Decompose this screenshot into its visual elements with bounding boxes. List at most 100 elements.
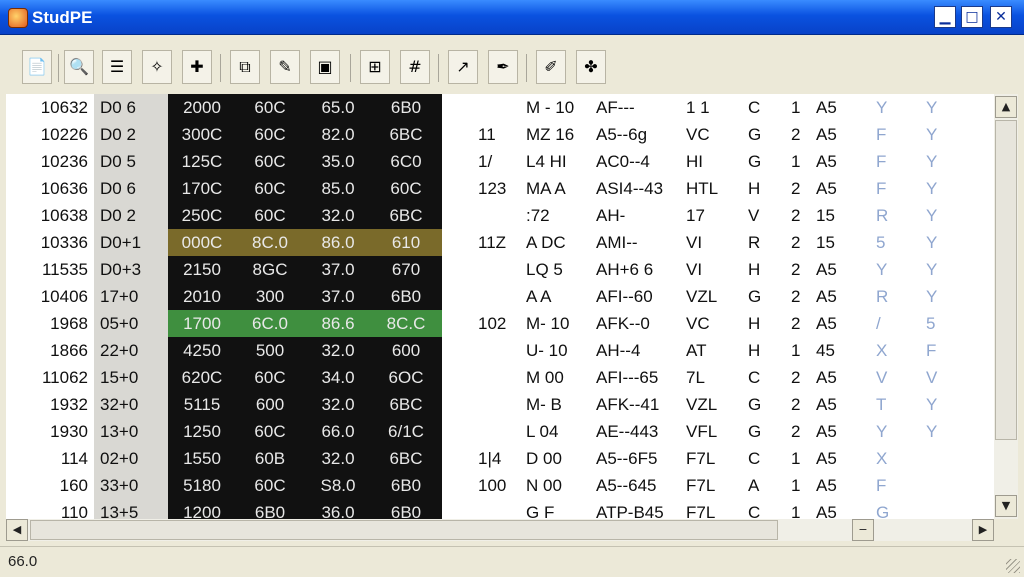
- hex-icon[interactable]: #: [400, 50, 430, 84]
- table-row[interactable]: 10636 D0 6 170C 60C 85.0 60C 123 MA A ASI4--43 HT…: [6, 175, 994, 202]
- hex-value-cell: 670: [391, 260, 421, 279]
- data-grid[interactable]: 10632 D0 6 2000 60C 65.0 6B0 M - 10 AF--- 1 1C1A…: [6, 94, 994, 519]
- image-icon[interactable]: ▣: [310, 50, 340, 84]
- table-row[interactable]: 10226 D0 2 300C 60C 82.0 6BC 11 MZ 16 A5--6g VC G 2…: [6, 121, 994, 148]
- hex-value-cell: 8GC: [252, 260, 288, 279]
- table-row[interactable]: 114 02+0 1550 60B 32.0 6BC 1|4 D 00 A5--6F5 F7L C 1…: [6, 445, 994, 472]
- vertical-scroll-thumb[interactable]: [995, 120, 1017, 440]
- flag-cell: R: [876, 206, 889, 225]
- hex-value-cell: 125C: [181, 152, 223, 171]
- hex-value-cell: 1200: [183, 503, 221, 519]
- table-row[interactable]: 10632 D0 6 2000 60C 65.0 6B0 M - 10 AF--- 1 1 C 1A…: [6, 94, 994, 121]
- row-index-cell: 10636: [40, 179, 88, 198]
- field-cell: 15: [816, 206, 835, 225]
- field-cell: 2: [791, 179, 801, 198]
- row-offset-cell: D0+1: [94, 229, 174, 256]
- toolbar: 📄 🔍 ☰ ✧ ✚ ⧉ ✎ ▣ ⊞ # ↗ ✒ ✐ ✤: [8, 48, 1018, 88]
- hex-value-cell: 60C: [254, 206, 286, 225]
- hex-value-cell: 36.0: [321, 503, 355, 519]
- hex-value-cell: 34.0: [321, 368, 355, 387]
- table-row[interactable]: 1866 22+0 4250 500 32.0 600 U- 10 AH--4 AT H 1 45 X F: [6, 337, 994, 364]
- table-row[interactable]: 160 33+0 5180 60C S8.0 6B0 100 N 00 A5--645 F7L A 1…: [6, 472, 994, 499]
- row-offset-cell: D0 2: [94, 202, 174, 229]
- field-cell: HTL: [686, 179, 719, 198]
- wand-icon[interactable]: ✧: [142, 50, 172, 84]
- hex-value-cell: 60C: [254, 476, 286, 495]
- field-cell: AFI--60: [596, 287, 653, 306]
- copy-icon[interactable]: ⧉: [230, 50, 260, 84]
- horizontal-scrollbar[interactable]: ◀ − ▶: [6, 519, 994, 541]
- minimize-button[interactable]: ▁: [934, 6, 956, 28]
- field-cell: 45: [816, 341, 835, 360]
- table-row[interactable]: 1930 13+0 1250 60C 66.0 6/1C L 04 AE--443 VFL G 2 A…: [6, 418, 994, 445]
- status-bar: 66.0: [0, 546, 1024, 577]
- plugin-icon[interactable]: ✚: [182, 50, 212, 84]
- flag-cell: V: [876, 368, 888, 387]
- search-icon[interactable]: 🔍: [64, 50, 94, 84]
- field-cell: 2: [791, 368, 801, 387]
- flag-cell: V: [926, 368, 938, 387]
- scroll-down-button[interactable]: ▼: [995, 495, 1017, 517]
- flag-cell: Y: [926, 98, 938, 117]
- hex-value-cell: 82.0: [321, 125, 355, 144]
- new-file-icon[interactable]: 📄: [22, 50, 52, 84]
- maximize-button[interactable]: □: [961, 6, 983, 28]
- table-row[interactable]: 10406 17+0 2010 300 37.0 6B0 A A AFI--60 VZL G 2 A5…: [6, 283, 994, 310]
- hex-value-cell: 66.0: [321, 422, 355, 441]
- field-cell: AMI--: [596, 233, 638, 252]
- field-cell: A5: [816, 125, 837, 144]
- scroll-minus-button[interactable]: −: [852, 519, 874, 541]
- hex-block: 2000 60C 65.0 6B0: [168, 94, 442, 121]
- flag-cell: F: [876, 125, 887, 144]
- pen-icon[interactable]: ✒: [488, 50, 518, 84]
- field-cell: L 04: [526, 422, 559, 441]
- chart-icon[interactable]: ↗: [448, 50, 478, 84]
- compare-icon[interactable]: ⊞: [360, 50, 390, 84]
- flag-cell: Y: [926, 179, 938, 198]
- table-row[interactable]: 1968 05+0 1700 6C.0 86.6 8C.C 102 M- 10 AFK--0 VC…: [6, 310, 994, 337]
- hex-value-cell: 35.0: [321, 152, 355, 171]
- hex-block: 1550 60B 32.0 6BC: [168, 445, 442, 472]
- list-icon[interactable]: ☰: [102, 50, 132, 84]
- field-cell: H: [748, 314, 761, 333]
- flag-cell: Y: [926, 233, 938, 252]
- hex-value-cell: 8C.C: [386, 314, 426, 333]
- field-cell: F7L: [686, 449, 716, 468]
- field-cell: VC: [686, 125, 710, 144]
- field-cell: 1: [791, 98, 801, 117]
- table-row[interactable]: 11535 D0+3 2150 8GC 37.0 670 LQ 5 AH+6 6 VI H 2 A5 Y…: [6, 256, 994, 283]
- table-row[interactable]: 1932 32+0 5115 600 32.0 6BC M- B AFK--41 VZL G 2 A5…: [6, 391, 994, 418]
- field-cell: R: [748, 233, 761, 252]
- vertical-scrollbar[interactable]: ▲ ▼: [994, 94, 1018, 519]
- edit-icon[interactable]: ✎: [270, 50, 300, 84]
- field-cell: A5: [816, 287, 837, 306]
- flag-cell: F: [876, 476, 887, 495]
- puzzle-icon[interactable]: ✤: [576, 50, 606, 84]
- close-button[interactable]: ✕: [990, 6, 1012, 28]
- row-offset-cell: 33+0: [94, 472, 174, 499]
- hex-block: 250C 60C 32.0 6BC: [168, 202, 442, 229]
- row-offset-cell: 13+0: [94, 418, 174, 445]
- flag-cell: /: [876, 314, 881, 333]
- table-row[interactable]: 11062 15+0 620C 60C 34.0 6OC M 00 AFI---65 7L C 2 A…: [6, 364, 994, 391]
- row-index-cell: 1866: [50, 341, 88, 360]
- row-offset-cell: D0 6: [94, 175, 174, 202]
- flag-cell: Y: [926, 125, 938, 144]
- scroll-left-button[interactable]: ◀: [6, 519, 28, 541]
- table-row[interactable]: 10236 D0 5 125C 60C 35.0 6C0 1/L4 HI AC0--4 HI G 1…: [6, 148, 994, 175]
- scroll-right-button[interactable]: ▶: [972, 519, 994, 541]
- field-cell: M- 10: [526, 314, 570, 333]
- resize-grip-icon[interactable]: [1006, 559, 1020, 573]
- scroll-up-button[interactable]: ▲: [995, 96, 1017, 118]
- field-cell: M - 10: [526, 98, 575, 117]
- horizontal-scroll-thumb[interactable]: [30, 520, 778, 540]
- table-row[interactable]: 10638 D0 2 250C 60C 32.0 6BC:72 AH- 17 V 2 15 R Y: [6, 202, 994, 229]
- table-row[interactable]: 10336 D0+1 000C 8C.0 86.0 610 11Z A DC AMI-- VI R 2…: [6, 229, 994, 256]
- field-cell: 123: [478, 179, 507, 198]
- hex-value-cell: 620C: [181, 368, 223, 387]
- row-index-cell: 1930: [50, 422, 88, 441]
- field-cell: 15: [816, 233, 835, 252]
- brush-icon[interactable]: ✐: [536, 50, 566, 84]
- table-row[interactable]: 110 13+5 1200 6B0 36.0 6B0 G F ATP-B45 F7L C 1 A5 G: [6, 499, 994, 519]
- title-bar[interactable]: StudPE ▁ □ ✕: [0, 0, 1024, 35]
